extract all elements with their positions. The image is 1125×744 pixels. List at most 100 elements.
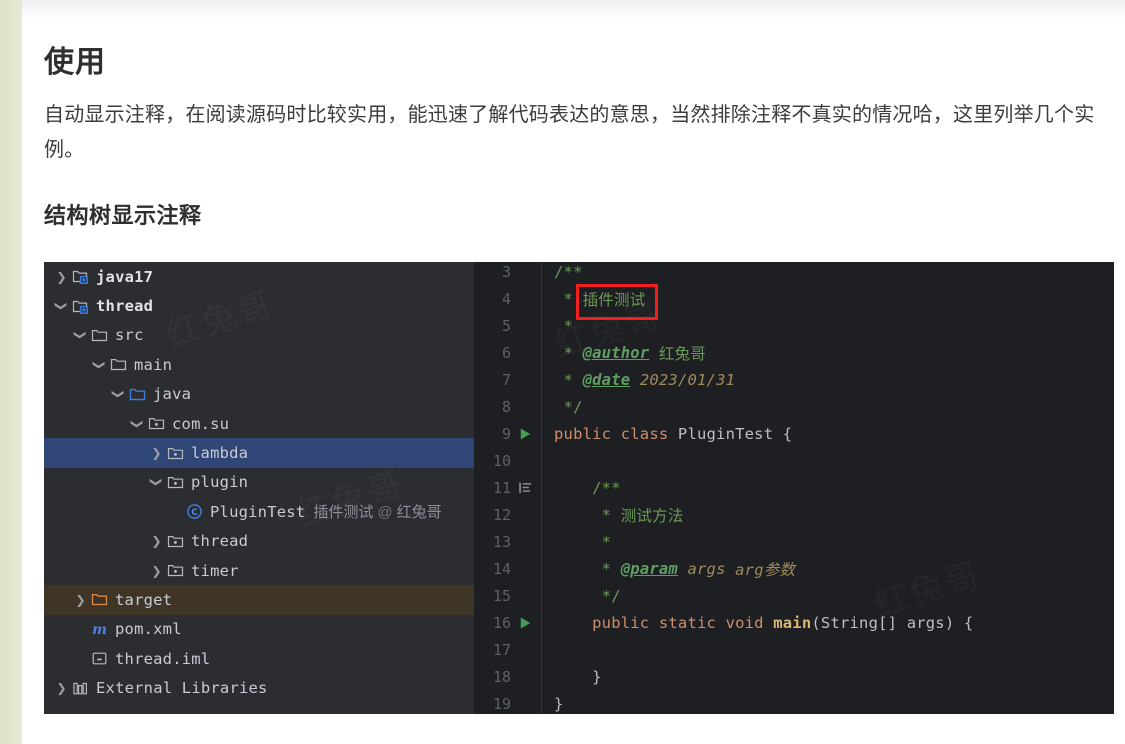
gutter-line-6[interactable]: 6 <box>474 339 541 366</box>
code-line-4[interactable]: * 插件测试 <box>554 285 1114 312</box>
run-arrow-icon[interactable] <box>515 426 535 442</box>
tree-row-doc-hint: 插件测试 @ 红兔哥 <box>313 501 441 522</box>
package-icon <box>164 445 186 462</box>
svg-text:m: m <box>92 622 107 638</box>
gutter-line-17[interactable]: 17 <box>474 636 541 663</box>
line-number: 13 <box>492 532 511 551</box>
java-class-icon: C <box>183 503 205 520</box>
gutter-line-18[interactable]: 18 <box>474 663 541 690</box>
chevron-down-icon[interactable]: ❯ <box>93 357 107 372</box>
tree-row-label: plugin <box>191 473 249 492</box>
code-line-3[interactable]: /** <box>554 262 1114 285</box>
code-line-16[interactable]: public static void main(String[] args) { <box>554 609 1114 636</box>
tree-row-label: java <box>153 385 192 404</box>
project-tree-panel[interactable]: 红兔哥 红兔哥 ❯java17❯thread❯src❯main❯java❯com… <box>44 262 474 714</box>
code-line-12[interactable]: * 测试方法 <box>554 501 1114 528</box>
chevron-right-icon[interactable]: ❯ <box>54 271 69 283</box>
code-line-15[interactable]: */ <box>554 582 1114 609</box>
code-editor-panel[interactable]: 345678910111213141516171819 红兔哥 红兔哥 /** … <box>474 262 1114 714</box>
code-token: 测试方法 <box>620 507 684 525</box>
code-line-11[interactable]: /** <box>554 474 1114 501</box>
chevron-down-icon[interactable]: ❯ <box>74 328 88 343</box>
code-line-7[interactable]: * @date 2023/01/31 <box>554 366 1114 393</box>
code-token: @author <box>582 343 650 362</box>
code-token: public class <box>554 424 678 443</box>
tree-row-plugintest[interactable]: C PluginTest 插件测试 @ 红兔哥 <box>44 497 474 526</box>
chevron-down-icon[interactable]: ❯ <box>131 416 145 431</box>
code-lines[interactable]: /** * 插件测试 * * @author 红兔哥 * @date 2023/… <box>554 262 1114 714</box>
tree-row-thread[interactable]: ❯ thread <box>44 527 474 556</box>
gutter-line-7[interactable]: 7 <box>474 366 541 393</box>
chevron-right-icon[interactable]: ❯ <box>149 535 164 547</box>
code-line-8[interactable]: */ <box>554 393 1114 420</box>
chevron-down-icon[interactable]: ❯ <box>150 475 164 490</box>
tree-row-java[interactable]: ❯ java <box>44 380 474 409</box>
gutter-line-8[interactable]: 8 <box>474 393 541 420</box>
editor-gutter[interactable]: 3 4 5 6 7 8 9 10 11 12 13 14 15 16 17 18 19 <box>474 262 542 714</box>
gutter-line-5[interactable]: 5 <box>474 312 541 339</box>
gutter-line-11[interactable]: 11 <box>474 474 541 501</box>
code-token: * <box>554 316 574 335</box>
code-token: 插件测试 <box>582 291 646 309</box>
gutter-line-16[interactable]: 16 <box>474 609 541 636</box>
tree-row-timer[interactable]: ❯ timer <box>44 556 474 585</box>
chevron-right-icon[interactable]: ❯ <box>149 447 164 459</box>
tree-row-label: com.su <box>172 414 230 433</box>
svg-text:C: C <box>191 508 197 518</box>
editor-code-area[interactable]: 红兔哥 红兔哥 /** * 插件测试 * * @author 红兔哥 * @da… <box>542 262 1114 714</box>
tree-row-external-libraries[interactable]: ❯ External Libraries <box>44 673 474 702</box>
code-line-18[interactable]: } <box>554 663 1114 690</box>
section-heading: 结构树显示注释 <box>44 202 202 228</box>
gutter-line-13[interactable]: 13 <box>474 528 541 555</box>
code-line-13[interactable]: * <box>554 528 1114 555</box>
gutter-line-15[interactable]: 15 <box>474 582 541 609</box>
code-line-17[interactable] <box>554 636 1114 663</box>
tree-row-target[interactable]: ❯ target <box>44 585 474 615</box>
code-line-14[interactable]: * @param args arg参数 <box>554 555 1114 582</box>
code-line-5[interactable]: * <box>554 312 1114 339</box>
line-number: 11 <box>492 478 511 497</box>
code-line-10[interactable] <box>554 447 1114 474</box>
doc-hint-at-symbol: @ <box>377 504 393 522</box>
code-token: args <box>677 559 736 578</box>
tree-row-java17[interactable]: ❯ java17 <box>44 262 474 291</box>
tree-row-thread[interactable]: ❯ thread <box>44 291 474 320</box>
gutter-line-10[interactable]: 10 <box>474 447 541 474</box>
tree-row-main[interactable]: ❯ main <box>44 350 474 379</box>
chevron-down-icon[interactable]: ❯ <box>112 387 126 402</box>
gutter-line-9[interactable]: 9 <box>474 420 541 447</box>
tree-row-pom-xml[interactable]: m pom.xml <box>44 615 474 644</box>
line-number: 12 <box>492 505 511 524</box>
code-token: * <box>554 532 612 551</box>
tree-row-label: thread <box>96 297 154 316</box>
chevron-down-icon[interactable]: ❯ <box>55 299 69 314</box>
tree-row-label: External Libraries <box>96 679 268 698</box>
tree-row-com-su[interactable]: ❯ com.su <box>44 409 474 438</box>
code-line-9[interactable]: public class PluginTest { <box>554 420 1114 447</box>
project-tree-rows[interactable]: ❯ java17 ❯ thread ❯ src ❯ main ❯ java ❯ com.su ❯ lamb… <box>44 262 474 703</box>
doc-fold-icon[interactable] <box>515 480 535 496</box>
chevron-right-icon[interactable]: ❯ <box>149 565 164 577</box>
gutter-line-19[interactable]: 19 <box>474 690 541 714</box>
chevron-right-icon[interactable]: ❯ <box>54 682 69 694</box>
chevron-right-icon[interactable]: ❯ <box>73 594 88 606</box>
tree-row-src[interactable]: ❯ src <box>44 321 474 350</box>
tree-row-thread-iml[interactable]: thread.iml <box>44 644 474 673</box>
code-token: */ <box>554 586 621 605</box>
source-folder-icon <box>126 386 148 403</box>
tree-row-plugin[interactable]: ❯ plugin <box>44 468 474 497</box>
intro-paragraph: 自动显示注释，在阅读源码时比较实用，能迅速了解代码表达的意思，当然排除注释不真实… <box>44 103 1095 161</box>
folder-icon <box>107 356 129 373</box>
tree-row-label: src <box>115 326 144 345</box>
code-line-19[interactable]: } <box>554 690 1114 714</box>
code-line-6[interactable]: * @author 红兔哥 <box>554 339 1114 366</box>
gutter-line-3[interactable]: 3 <box>474 262 541 285</box>
tree-row-label: PluginTest <box>210 502 306 521</box>
run-arrow-icon[interactable] <box>515 615 535 631</box>
gutter-line-12[interactable]: 12 <box>474 501 541 528</box>
gutter-line-14[interactable]: 14 <box>474 555 541 582</box>
tree-row-lambda[interactable]: ❯ lambda <box>44 438 474 468</box>
gutter-line-4[interactable]: 4 <box>474 285 541 312</box>
